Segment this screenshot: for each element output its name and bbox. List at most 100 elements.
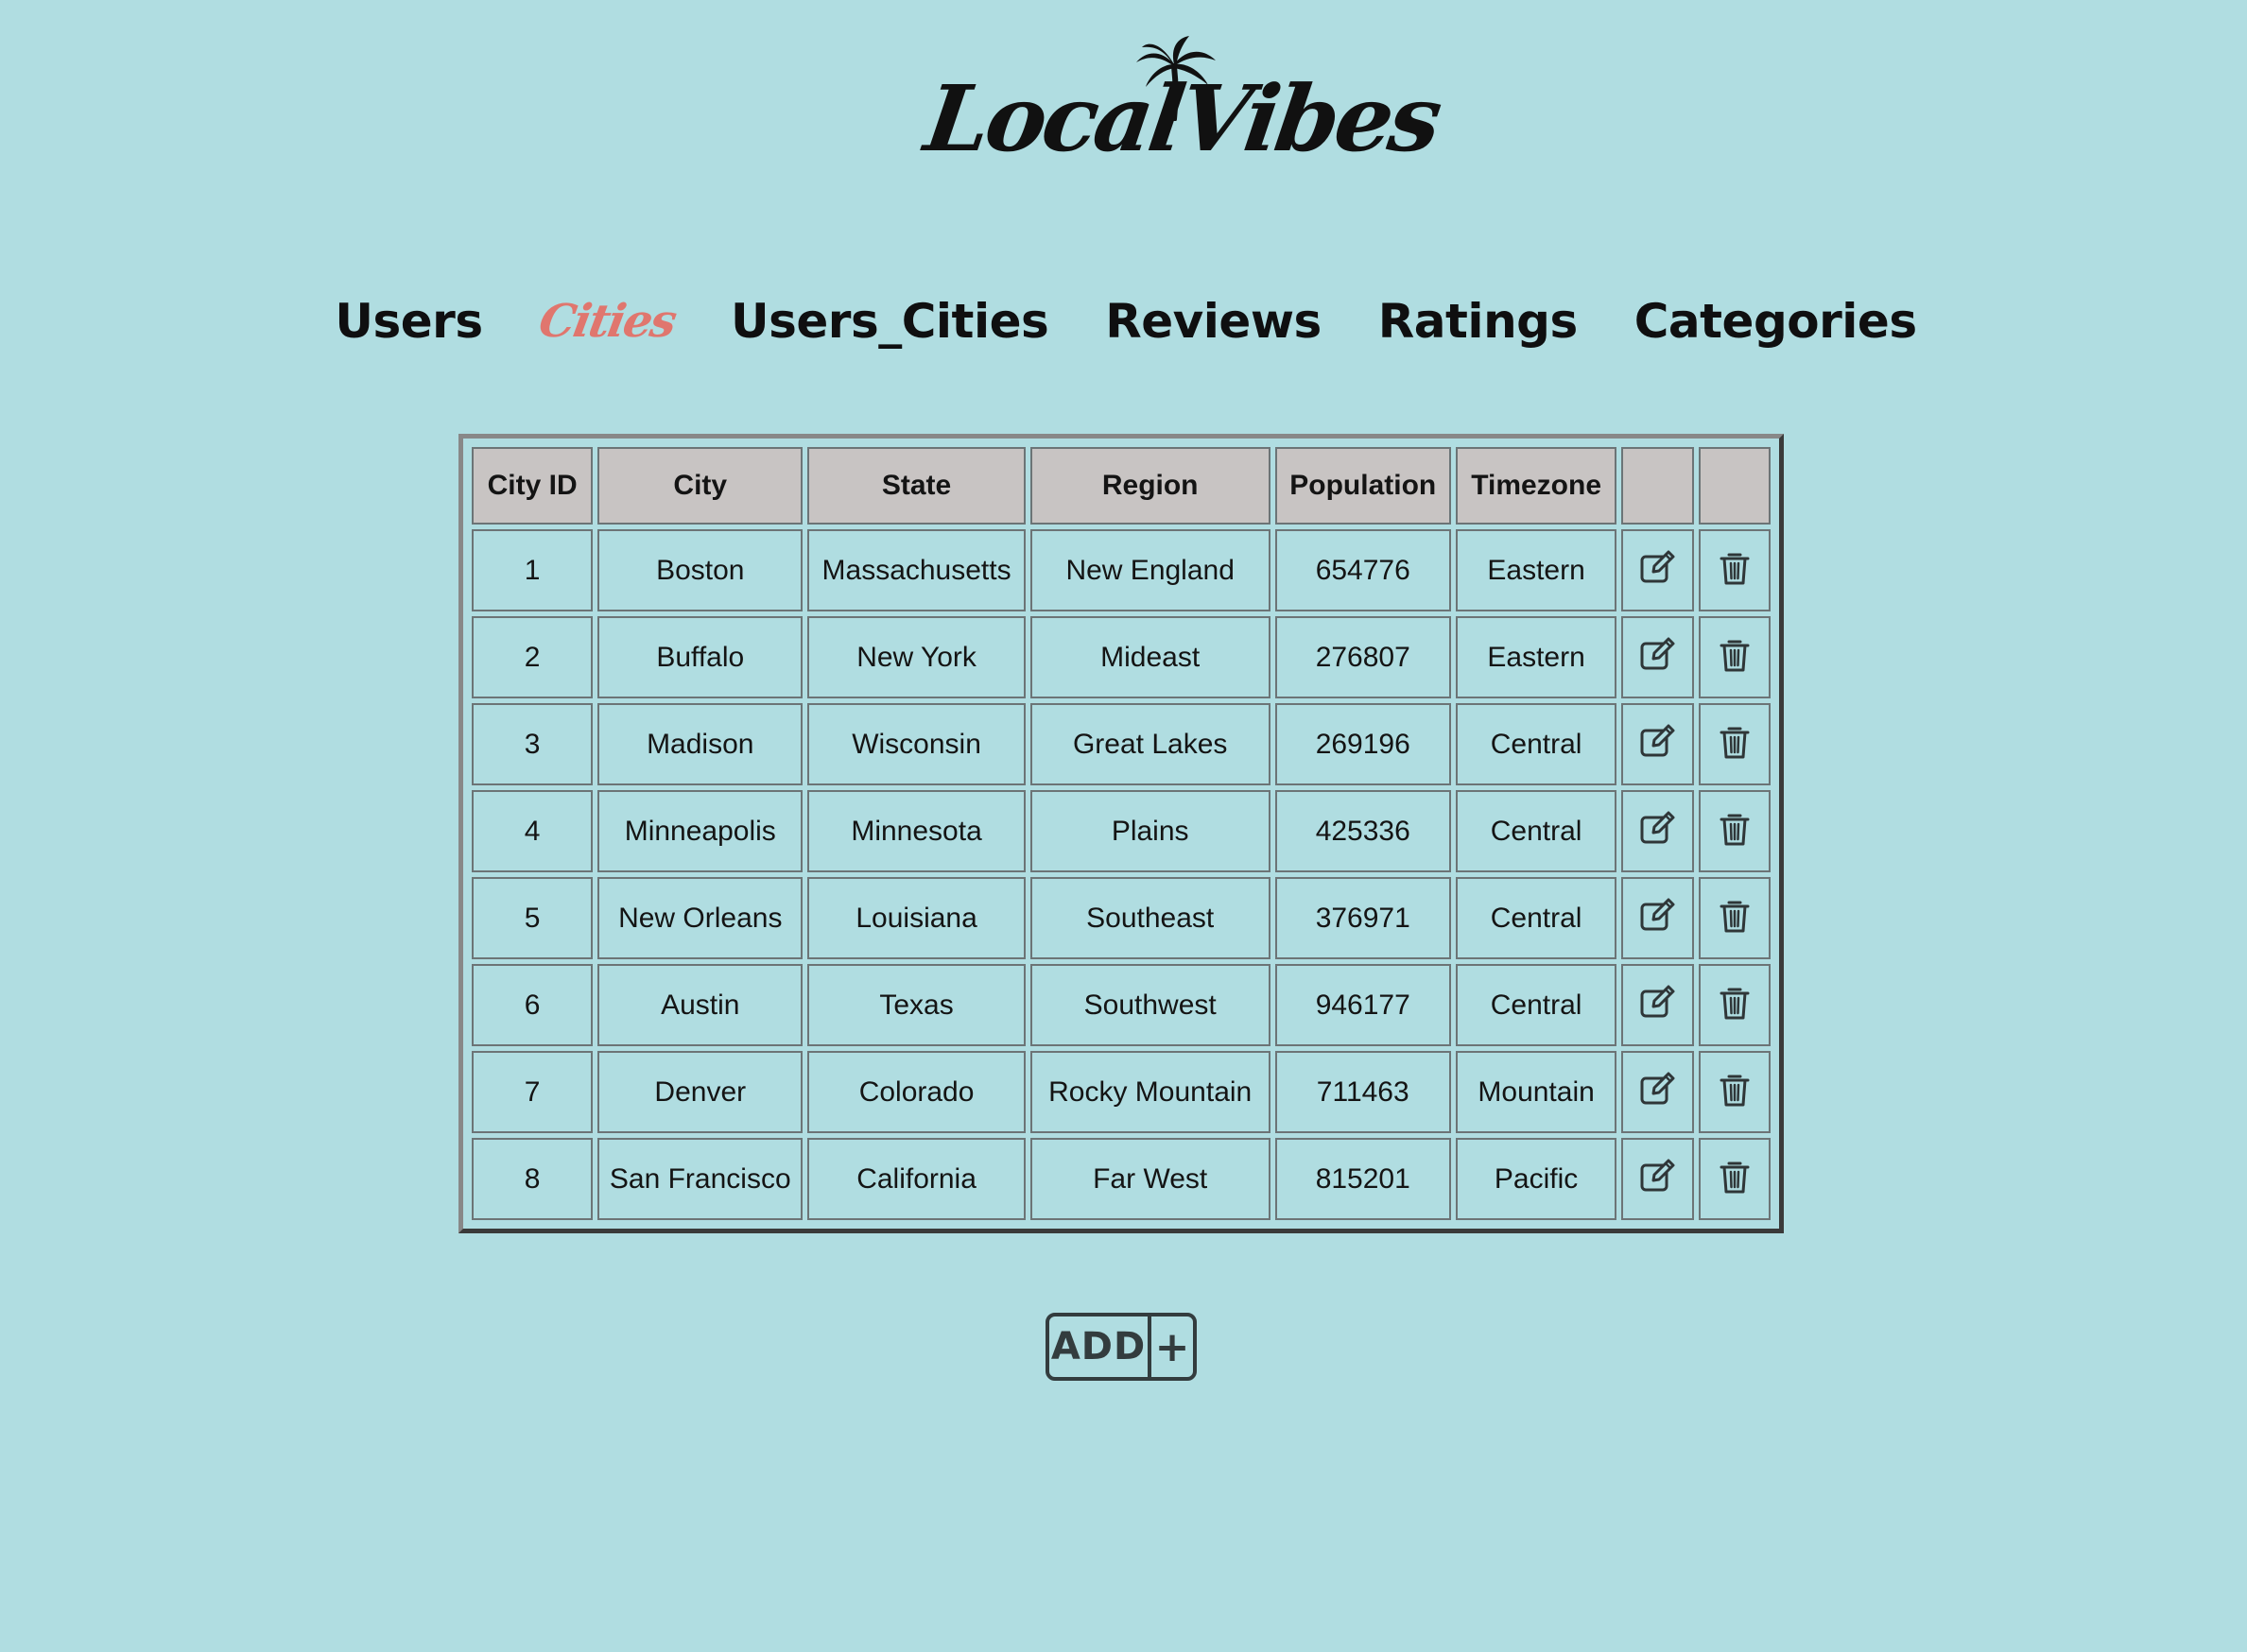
trash-icon[interactable] [1714,547,1755,589]
cell-timezone: Central [1455,877,1617,959]
cell-population: 711463 [1274,1051,1451,1133]
cities-table-container: City ID City State Region Population Tim… [458,434,1784,1233]
cell-timezone: Mountain [1455,1051,1617,1133]
edit-icon[interactable] [1636,721,1678,763]
cell-delete [1698,616,1771,698]
cell-population: 376971 [1274,877,1451,959]
table-row: 3 Madison Wisconsin Great Lakes 269196 Centra… [472,703,1771,785]
cities-table: City ID City State Region Population Tim… [467,442,1775,1225]
cell-city: Denver [597,1051,804,1133]
trash-icon[interactable] [1714,895,1755,937]
cell-population: 815201 [1274,1138,1451,1220]
cell-edit [1621,964,1694,1046]
cell-region: Rocky Mountain [1029,1051,1270,1133]
add-city-button[interactable]: ADD + [1046,1313,1197,1381]
table-row: 5 New Orleans Louisiana Southeast 376971 Cent… [472,877,1771,959]
cell-state: Wisconsin [807,703,1026,785]
cell-edit [1621,529,1694,611]
cell-timezone: Central [1455,703,1617,785]
cell-population: 269196 [1274,703,1451,785]
cell-city: Minneapolis [597,790,804,872]
trash-icon[interactable] [1714,1156,1755,1197]
edit-icon[interactable] [1636,547,1678,589]
cell-region: Great Lakes [1029,703,1270,785]
cell-delete [1698,1051,1771,1133]
nav-item-cities[interactable]: Cities [535,295,679,348]
column-header-delete [1698,447,1771,525]
cell-delete [1698,1138,1771,1220]
cell-edit [1621,1051,1694,1133]
cell-city: Austin [597,964,804,1046]
trash-icon[interactable] [1714,1069,1755,1110]
column-header-state: State [807,447,1026,525]
cell-edit [1621,1138,1694,1220]
column-header-timezone: Timezone [1455,447,1617,525]
cell-region: Far West [1029,1138,1270,1220]
cell-region: New England [1029,529,1270,611]
cell-city-id: 3 [472,703,594,785]
cell-state: Minnesota [807,790,1026,872]
cell-population: 276807 [1274,616,1451,698]
nav-item-users[interactable]: Users [335,294,483,349]
cell-region: Plains [1029,790,1270,872]
edit-icon[interactable] [1636,895,1678,937]
cell-city: San Francisco [597,1138,804,1220]
cell-edit [1621,790,1694,872]
cell-delete [1698,790,1771,872]
cell-timezone: Central [1455,964,1617,1046]
nav-item-users-cities[interactable]: Users_Cities [731,294,1049,349]
cell-state: California [807,1138,1026,1220]
cell-population: 425336 [1274,790,1451,872]
column-header-edit [1621,447,1694,525]
cell-state: Texas [807,964,1026,1046]
cell-timezone: Pacific [1455,1138,1617,1220]
cell-region: Mideast [1029,616,1270,698]
edit-icon[interactable] [1636,982,1678,1024]
cell-edit [1621,616,1694,698]
cell-timezone: Eastern [1455,529,1617,611]
cell-delete [1698,877,1771,959]
cell-population: 946177 [1274,964,1451,1046]
table-header-row: City ID City State Region Population Tim… [472,447,1771,525]
edit-icon[interactable] [1636,1069,1678,1110]
cell-city-id: 4 [472,790,594,872]
cell-edit [1621,703,1694,785]
cell-state: Colorado [807,1051,1026,1133]
column-header-population: Population [1274,447,1451,525]
trash-icon[interactable] [1714,721,1755,763]
trash-icon[interactable] [1714,808,1755,850]
cell-city: Buffalo [597,616,804,698]
trash-icon[interactable] [1714,982,1755,1024]
cell-city: Boston [597,529,804,611]
cell-edit [1621,877,1694,959]
edit-icon[interactable] [1636,1156,1678,1197]
main-nav: Users Cities Users_Cities Reviews Rating… [0,284,2247,359]
site-logo[interactable]: LocalVibes [919,36,1444,178]
edit-icon[interactable] [1636,634,1678,676]
table-row: 7 Denver Colorado Rocky Mountain 711463 Mount… [472,1051,1771,1133]
table-row: 4 Minneapolis Minnesota Plains 425336 Central [472,790,1771,872]
column-header-city-id: City ID [472,447,594,525]
cell-timezone: Eastern [1455,616,1617,698]
add-button-label: ADD [1049,1316,1151,1377]
plus-icon: + [1154,1322,1190,1371]
column-header-city: City [597,447,804,525]
nav-item-categories[interactable]: Categories [1634,294,1917,349]
cell-delete [1698,964,1771,1046]
page: LocalVibes Users Cities Users_Cities Rev… [0,0,2247,1652]
nav-item-ratings[interactable]: Ratings [1378,294,1578,349]
logo-text: LocalVibes [919,65,1445,172]
column-header-region: Region [1029,447,1270,525]
cell-state: New York [807,616,1026,698]
cell-city-id: 1 [472,529,594,611]
cell-population: 654776 [1274,529,1451,611]
cell-city-id: 6 [472,964,594,1046]
cell-region: Southwest [1029,964,1270,1046]
edit-icon[interactable] [1636,808,1678,850]
trash-icon[interactable] [1714,634,1755,676]
cell-state: Louisiana [807,877,1026,959]
cell-city-id: 8 [472,1138,594,1220]
nav-item-reviews[interactable]: Reviews [1105,294,1322,349]
cell-city-id: 5 [472,877,594,959]
cell-city: Madison [597,703,804,785]
